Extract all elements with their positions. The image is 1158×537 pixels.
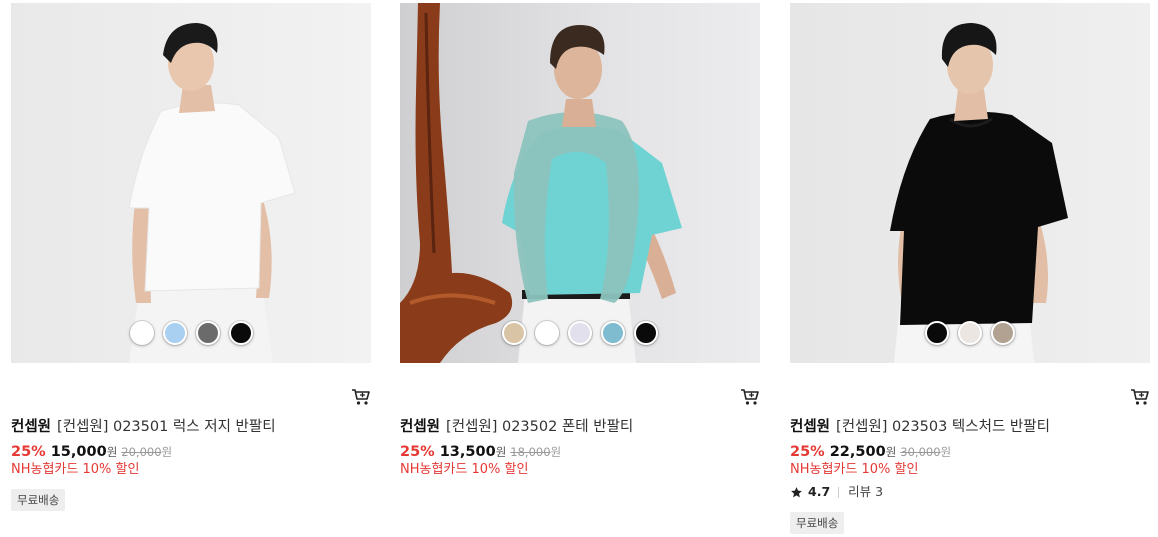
card-benefit: NH농협카드 10% 할인 [400,462,529,477]
original-price: 20,000 [121,445,162,459]
original-currency: 원 [161,445,173,459]
original-price: 18,000 [510,445,551,459]
color-swatch-sky-blue[interactable] [162,321,187,345]
color-swatch-black[interactable] [925,321,949,345]
price-line: 25% 13,500원 18,000원 [400,442,561,462]
product-card[interactable]: 컨셉원 [컨셉원] 023501 럭스 저지 반팔티 25% 15,000원 20,0… [11,3,371,511]
color-swatch-gray[interactable] [195,321,220,345]
color-swatch-aqua[interactable] [601,321,625,345]
brand-name[interactable]: 컨셉원 [400,419,440,435]
product-image[interactable] [11,3,371,363]
color-swatch-ivory[interactable] [958,321,982,345]
original-currency: 원 [940,445,952,459]
color-swatch-beige[interactable] [502,321,526,345]
color-swatch-black[interactable] [634,321,658,345]
cart-icon[interactable] [740,388,760,406]
review-label: 리뷰 [848,484,872,499]
cart-icon[interactable] [1130,388,1150,406]
color-swatch-taupe[interactable] [991,321,1015,345]
product-title[interactable]: 컨셉원 [컨셉원] 023502 폰테 반팔티 [400,417,745,437]
free-shipping-badge: 무료배송 [11,489,66,511]
product-image[interactable] [790,3,1150,363]
currency: 원 [106,445,118,459]
currency: 원 [885,445,897,459]
cart-icon[interactable] [351,388,371,406]
sale-price: 13,500 [439,444,496,460]
color-swatches [11,321,371,345]
sale-price: 22,500 [829,444,886,460]
discount-rate: 25% [11,444,46,460]
original-currency: 원 [550,445,562,459]
free-shipping-badge: 무료배송 [790,512,845,534]
product-title[interactable]: 컨셉원 [컨셉원] 023503 텍스처드 반팔티 [790,417,1135,437]
product-name[interactable]: [컨셉원] 023503 텍스처드 반팔티 [836,419,1050,435]
rating-score: 4.7 [808,484,831,499]
product-title[interactable]: 컨셉원 [컨셉원] 023501 럭스 저지 반팔티 [11,417,356,437]
discount-rate: 25% [790,444,825,460]
color-swatches [400,321,760,345]
divider [838,486,840,498]
sale-price: 15,000 [50,444,107,460]
card-benefit: NH농협카드 10% 할인 [790,462,919,477]
product-name[interactable]: [컨셉원] 023501 럭스 저지 반팔티 [57,419,276,435]
brand-name[interactable]: 컨셉원 [790,419,830,435]
color-swatch-white[interactable] [129,321,154,345]
price-line: 25% 15,000원 20,000원 [11,442,172,462]
star-icon [791,486,802,497]
review-count: 3 [875,484,884,499]
currency: 원 [495,445,507,459]
color-swatch-lavender[interactable] [568,321,592,345]
product-name[interactable]: [컨셉원] 023502 폰테 반팔티 [446,419,633,435]
color-swatches [790,321,1150,345]
color-swatch-black[interactable] [228,321,253,345]
brand-name[interactable]: 컨셉원 [11,419,51,435]
color-swatch-white[interactable] [535,321,559,345]
product-card[interactable]: 컨셉원 [컨셉원] 023502 폰테 반팔티 25% 13,500원 18,000원… [400,3,760,477]
price-line: 25% 22,500원 30,000원 [790,442,951,462]
product-image[interactable] [400,3,760,363]
discount-rate: 25% [400,444,435,460]
rating-line[interactable]: 4.7 리뷰 3 [790,483,883,501]
card-benefit: NH농협카드 10% 할인 [11,462,140,477]
product-card[interactable]: 컨셉원 [컨셉원] 023503 텍스처드 반팔티 25% 22,500원 30,00… [790,3,1150,534]
original-price: 30,000 [900,445,941,459]
